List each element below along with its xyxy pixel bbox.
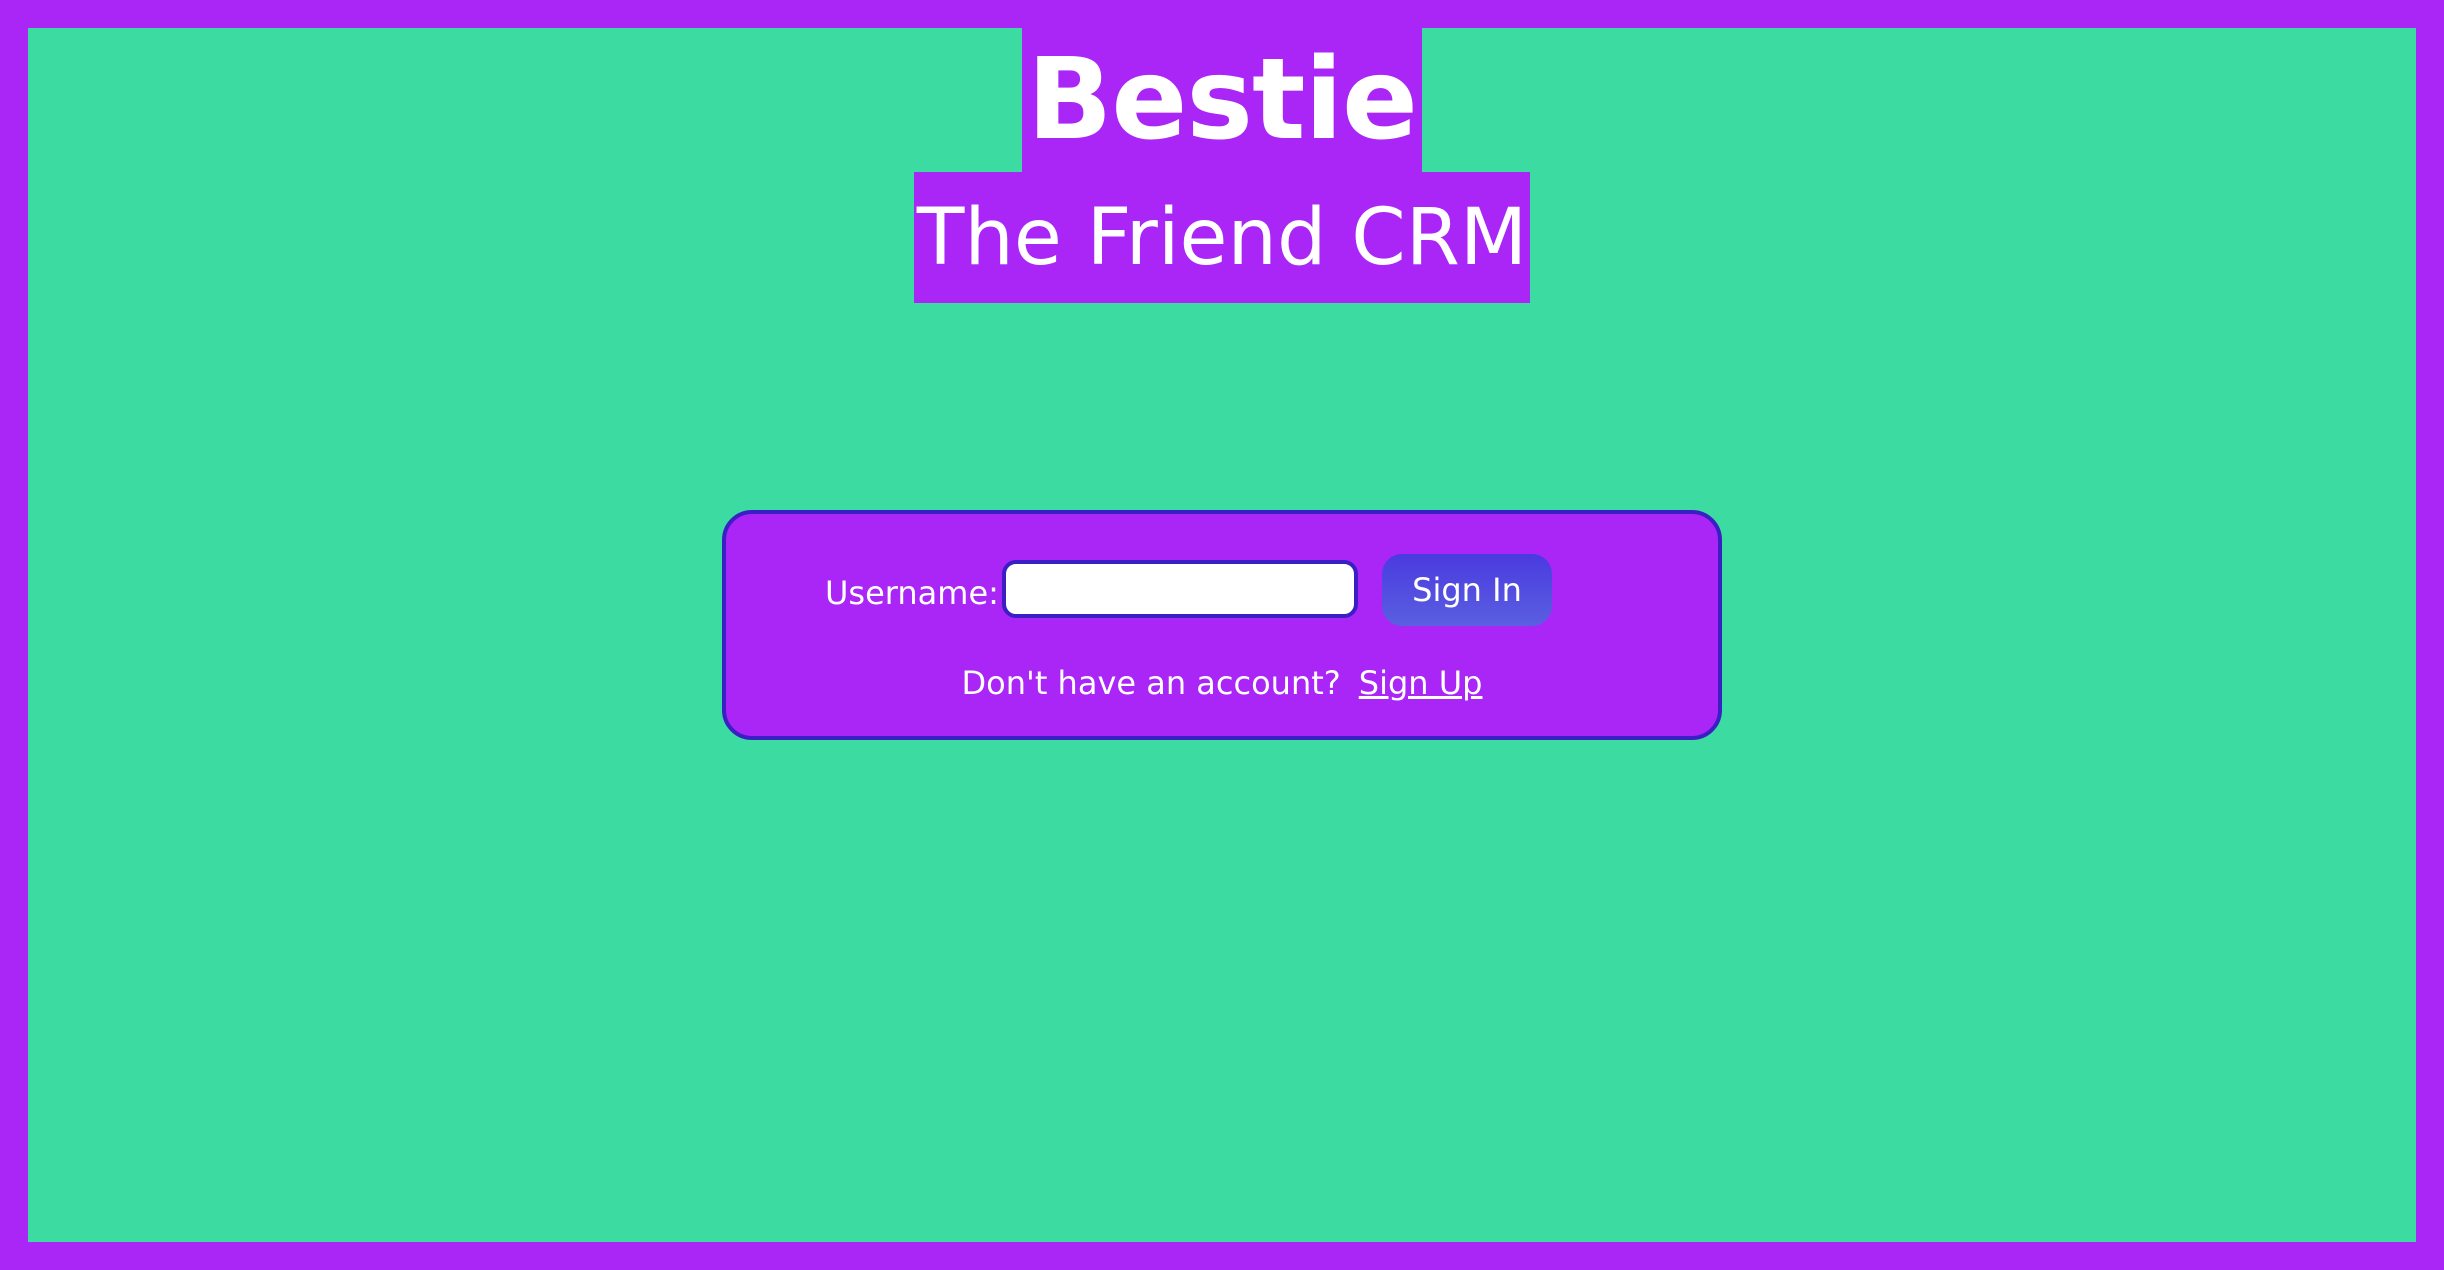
app-subtitle-banner: The Friend CRM [914, 172, 1530, 303]
app-subtitle: The Friend CRM [916, 192, 1528, 283]
login-card: Username: Sign In Don't have an account?… [722, 510, 1722, 740]
app-title: Bestie [1027, 35, 1418, 165]
sign-up-link[interactable]: Sign Up [1359, 664, 1483, 702]
username-input[interactable] [1002, 560, 1358, 618]
sign-in-button[interactable]: Sign In [1382, 554, 1552, 626]
username-label: Username: [825, 574, 999, 612]
signup-prompt: Don't have an account? [961, 664, 1341, 702]
app-title-banner: Bestie [1022, 28, 1422, 172]
signup-row: Don't have an account? Sign Up [726, 664, 1718, 702]
